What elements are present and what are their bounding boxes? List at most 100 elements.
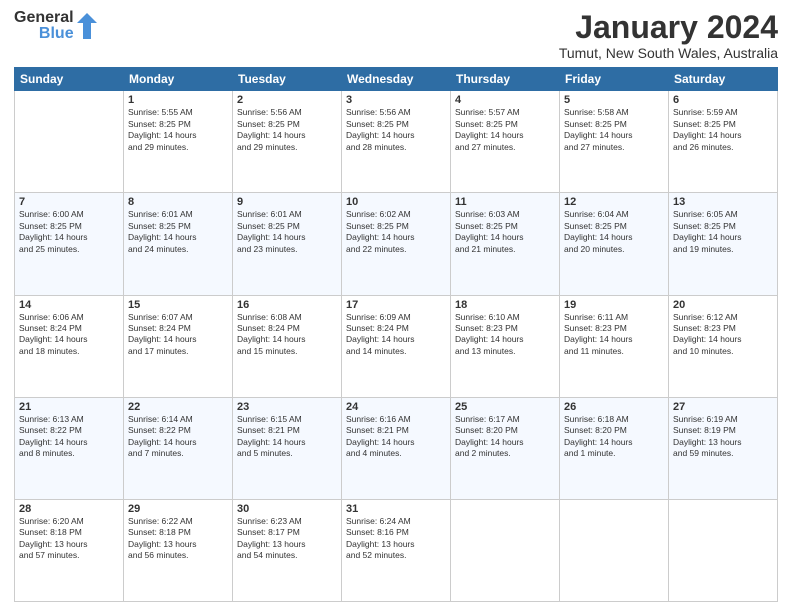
table-cell: 18Sunrise: 6:10 AM Sunset: 8:23 PM Dayli… [451, 295, 560, 397]
day-number: 13 [673, 196, 773, 208]
table-cell [15, 91, 124, 193]
cell-content: Sunrise: 5:55 AM Sunset: 8:25 PM Dayligh… [128, 107, 228, 153]
table-cell: 22Sunrise: 6:14 AM Sunset: 8:22 PM Dayli… [124, 397, 233, 499]
cell-content: Sunrise: 6:20 AM Sunset: 8:18 PM Dayligh… [19, 516, 119, 562]
table-cell: 24Sunrise: 6:16 AM Sunset: 8:21 PM Dayli… [342, 397, 451, 499]
cell-content: Sunrise: 6:17 AM Sunset: 8:20 PM Dayligh… [455, 414, 555, 460]
day-number: 20 [673, 299, 773, 311]
day-number: 12 [564, 196, 664, 208]
col-wednesday: Wednesday [342, 68, 451, 91]
table-cell: 19Sunrise: 6:11 AM Sunset: 8:23 PM Dayli… [560, 295, 669, 397]
calendar-week-row: 21Sunrise: 6:13 AM Sunset: 8:22 PM Dayli… [15, 397, 778, 499]
col-thursday: Thursday [451, 68, 560, 91]
page: General Blue January 2024 Tumut, New Sou… [0, 0, 792, 612]
table-cell: 25Sunrise: 6:17 AM Sunset: 8:20 PM Dayli… [451, 397, 560, 499]
col-saturday: Saturday [669, 68, 778, 91]
cell-content: Sunrise: 6:01 AM Sunset: 8:25 PM Dayligh… [128, 209, 228, 255]
day-number: 7 [19, 196, 119, 208]
cell-content: Sunrise: 5:57 AM Sunset: 8:25 PM Dayligh… [455, 107, 555, 153]
cell-content: Sunrise: 6:19 AM Sunset: 8:19 PM Dayligh… [673, 414, 773, 460]
col-sunday: Sunday [15, 68, 124, 91]
table-cell: 3Sunrise: 5:56 AM Sunset: 8:25 PM Daylig… [342, 91, 451, 193]
cell-content: Sunrise: 5:58 AM Sunset: 8:25 PM Dayligh… [564, 107, 664, 153]
cell-content: Sunrise: 5:56 AM Sunset: 8:25 PM Dayligh… [346, 107, 446, 153]
table-cell: 5Sunrise: 5:58 AM Sunset: 8:25 PM Daylig… [560, 91, 669, 193]
table-cell: 27Sunrise: 6:19 AM Sunset: 8:19 PM Dayli… [669, 397, 778, 499]
location-subtitle: Tumut, New South Wales, Australia [559, 45, 778, 61]
table-cell: 21Sunrise: 6:13 AM Sunset: 8:22 PM Dayli… [15, 397, 124, 499]
cell-content: Sunrise: 6:03 AM Sunset: 8:25 PM Dayligh… [455, 209, 555, 255]
day-number: 1 [128, 94, 228, 106]
cell-content: Sunrise: 6:06 AM Sunset: 8:24 PM Dayligh… [19, 312, 119, 358]
month-year-title: January 2024 [559, 10, 778, 45]
table-cell: 15Sunrise: 6:07 AM Sunset: 8:24 PM Dayli… [124, 295, 233, 397]
table-cell: 28Sunrise: 6:20 AM Sunset: 8:18 PM Dayli… [15, 499, 124, 601]
day-number: 15 [128, 299, 228, 311]
cell-content: Sunrise: 5:59 AM Sunset: 8:25 PM Dayligh… [673, 107, 773, 153]
table-cell: 26Sunrise: 6:18 AM Sunset: 8:20 PM Dayli… [560, 397, 669, 499]
day-number: 16 [237, 299, 337, 311]
table-cell: 11Sunrise: 6:03 AM Sunset: 8:25 PM Dayli… [451, 193, 560, 295]
table-cell: 4Sunrise: 5:57 AM Sunset: 8:25 PM Daylig… [451, 91, 560, 193]
cell-content: Sunrise: 6:00 AM Sunset: 8:25 PM Dayligh… [19, 209, 119, 255]
day-number: 22 [128, 401, 228, 413]
day-number: 8 [128, 196, 228, 208]
day-number: 27 [673, 401, 773, 413]
day-number: 25 [455, 401, 555, 413]
cell-content: Sunrise: 6:24 AM Sunset: 8:16 PM Dayligh… [346, 516, 446, 562]
cell-content: Sunrise: 6:01 AM Sunset: 8:25 PM Dayligh… [237, 209, 337, 255]
table-cell: 30Sunrise: 6:23 AM Sunset: 8:17 PM Dayli… [233, 499, 342, 601]
header: General Blue January 2024 Tumut, New Sou… [14, 10, 778, 61]
day-number: 9 [237, 196, 337, 208]
col-tuesday: Tuesday [233, 68, 342, 91]
table-cell [560, 499, 669, 601]
calendar-week-row: 14Sunrise: 6:06 AM Sunset: 8:24 PM Dayli… [15, 295, 778, 397]
cell-content: Sunrise: 6:13 AM Sunset: 8:22 PM Dayligh… [19, 414, 119, 460]
day-number: 5 [564, 94, 664, 106]
table-cell: 16Sunrise: 6:08 AM Sunset: 8:24 PM Dayli… [233, 295, 342, 397]
table-cell [669, 499, 778, 601]
day-number: 2 [237, 94, 337, 106]
table-cell: 23Sunrise: 6:15 AM Sunset: 8:21 PM Dayli… [233, 397, 342, 499]
table-cell: 20Sunrise: 6:12 AM Sunset: 8:23 PM Dayli… [669, 295, 778, 397]
logo-icon [76, 12, 98, 40]
table-cell: 1Sunrise: 5:55 AM Sunset: 8:25 PM Daylig… [124, 91, 233, 193]
calendar-week-row: 1Sunrise: 5:55 AM Sunset: 8:25 PM Daylig… [15, 91, 778, 193]
calendar-header-row: Sunday Monday Tuesday Wednesday Thursday… [15, 68, 778, 91]
cell-content: Sunrise: 6:23 AM Sunset: 8:17 PM Dayligh… [237, 516, 337, 562]
logo: General Blue [14, 10, 98, 42]
table-cell: 31Sunrise: 6:24 AM Sunset: 8:16 PM Dayli… [342, 499, 451, 601]
day-number: 30 [237, 503, 337, 515]
calendar-table: Sunday Monday Tuesday Wednesday Thursday… [14, 67, 778, 602]
table-cell: 13Sunrise: 6:05 AM Sunset: 8:25 PM Dayli… [669, 193, 778, 295]
table-cell [451, 499, 560, 601]
day-number: 17 [346, 299, 446, 311]
day-number: 21 [19, 401, 119, 413]
cell-content: Sunrise: 6:08 AM Sunset: 8:24 PM Dayligh… [237, 312, 337, 358]
cell-content: Sunrise: 6:02 AM Sunset: 8:25 PM Dayligh… [346, 209, 446, 255]
col-monday: Monday [124, 68, 233, 91]
day-number: 6 [673, 94, 773, 106]
day-number: 3 [346, 94, 446, 106]
day-number: 18 [455, 299, 555, 311]
cell-content: Sunrise: 6:18 AM Sunset: 8:20 PM Dayligh… [564, 414, 664, 460]
table-cell: 9Sunrise: 6:01 AM Sunset: 8:25 PM Daylig… [233, 193, 342, 295]
cell-content: Sunrise: 6:14 AM Sunset: 8:22 PM Dayligh… [128, 414, 228, 460]
title-block: January 2024 Tumut, New South Wales, Aus… [559, 10, 778, 61]
day-number: 14 [19, 299, 119, 311]
table-cell: 17Sunrise: 6:09 AM Sunset: 8:24 PM Dayli… [342, 295, 451, 397]
day-number: 4 [455, 94, 555, 106]
table-cell: 14Sunrise: 6:06 AM Sunset: 8:24 PM Dayli… [15, 295, 124, 397]
day-number: 24 [346, 401, 446, 413]
cell-content: Sunrise: 6:11 AM Sunset: 8:23 PM Dayligh… [564, 312, 664, 358]
day-number: 28 [19, 503, 119, 515]
cell-content: Sunrise: 6:12 AM Sunset: 8:23 PM Dayligh… [673, 312, 773, 358]
col-friday: Friday [560, 68, 669, 91]
table-cell: 6Sunrise: 5:59 AM Sunset: 8:25 PM Daylig… [669, 91, 778, 193]
table-cell: 10Sunrise: 6:02 AM Sunset: 8:25 PM Dayli… [342, 193, 451, 295]
table-cell: 2Sunrise: 5:56 AM Sunset: 8:25 PM Daylig… [233, 91, 342, 193]
cell-content: Sunrise: 6:22 AM Sunset: 8:18 PM Dayligh… [128, 516, 228, 562]
cell-content: Sunrise: 5:56 AM Sunset: 8:25 PM Dayligh… [237, 107, 337, 153]
calendar-week-row: 28Sunrise: 6:20 AM Sunset: 8:18 PM Dayli… [15, 499, 778, 601]
table-cell: 7Sunrise: 6:00 AM Sunset: 8:25 PM Daylig… [15, 193, 124, 295]
